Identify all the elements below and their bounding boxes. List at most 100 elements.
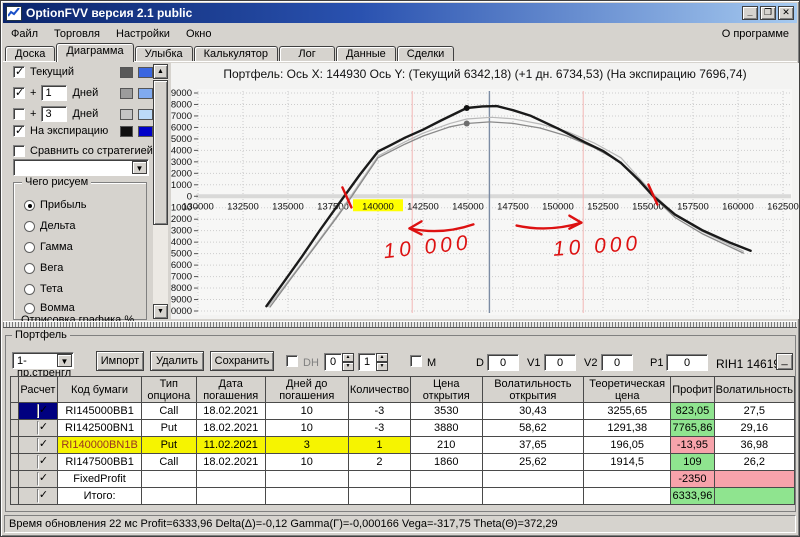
table-cell[interactable]: 3880	[410, 420, 482, 437]
table-cell[interactable]: 10	[265, 420, 348, 437]
table-cell[interactable]: Put	[141, 420, 196, 437]
calc-checkbox[interactable]	[37, 404, 39, 418]
options-scrollbar[interactable]: ▲ ▼	[153, 64, 168, 319]
table-cell[interactable]: 210	[410, 437, 482, 454]
row-selector[interactable]	[11, 420, 19, 437]
d-field[interactable]: 0	[487, 354, 519, 371]
table-cell[interactable]: RI142500BN1	[58, 420, 142, 437]
table-row[interactable]: FixedProfit-2350	[11, 471, 795, 488]
table-cell[interactable]: 1291,38	[584, 420, 671, 437]
profit-chart[interactable]: 9000800070006000500040003000200010000-10…	[171, 63, 799, 319]
table-cell[interactable]: -3	[348, 403, 410, 420]
table-cell[interactable]: 30,43	[482, 403, 584, 420]
row-selector[interactable]	[11, 488, 19, 505]
combo-arrow-icon[interactable]: ▼	[132, 161, 147, 174]
tab-board[interactable]: Доска	[5, 46, 55, 62]
menu-trade[interactable]: Торговля	[46, 26, 108, 42]
table-cell[interactable]	[410, 471, 482, 488]
table-cell[interactable]: 58,62	[482, 420, 584, 437]
tab-smile[interactable]: Улыбка	[135, 46, 193, 62]
table-cell[interactable]: 7765,86	[671, 420, 714, 437]
table-cell[interactable]: 18.02.2021	[196, 420, 265, 437]
expiration-line-swatch[interactable]	[120, 126, 133, 137]
table-cell[interactable]: 18.02.2021	[196, 454, 265, 471]
close-button[interactable]: ✕	[778, 6, 794, 20]
table-row[interactable]: RI142500BN1Put18.02.202110-3388058,62129…	[11, 420, 795, 437]
table-cell[interactable]: RI147500BB1	[58, 454, 142, 471]
spin-up-icon[interactable]: ▲	[376, 353, 388, 362]
mini-button[interactable]: _	[776, 353, 793, 370]
table-cell[interactable]: 196,05	[584, 437, 671, 454]
table-cell[interactable]	[141, 471, 196, 488]
table-cell[interactable]: 11.02.2021	[196, 437, 265, 454]
menu-file[interactable]: Файл	[3, 26, 46, 42]
expiration-curve-checkbox[interactable]	[13, 125, 25, 137]
table-cell[interactable]: 27,5	[714, 403, 794, 420]
spin-up-icon[interactable]: ▲	[342, 353, 354, 362]
dh-spinner-1[interactable]: 0▲▼	[324, 353, 354, 371]
row-selector[interactable]	[11, 471, 19, 488]
table-cell[interactable]	[714, 471, 794, 488]
table-cell[interactable]: FixedProfit	[58, 471, 142, 488]
dh-spinner-2[interactable]: 1▲▼	[358, 353, 388, 371]
table-cell[interactable]: 3530	[410, 403, 482, 420]
table-row[interactable]: RI145000BB1Call18.02.202110-3353030,4332…	[11, 403, 795, 420]
tab-calculator[interactable]: Калькулятор	[194, 46, 278, 62]
table-cell[interactable]: 36,98	[714, 437, 794, 454]
calc-checkbox-cell[interactable]	[18, 488, 58, 505]
table-cell[interactable]	[265, 471, 348, 488]
table-cell[interactable]	[714, 488, 794, 505]
chart-canvas[interactable]: 9000800070006000500040003000200010000-10…	[171, 63, 799, 319]
table-cell[interactable]	[265, 488, 348, 505]
row-selector[interactable]	[11, 454, 19, 471]
menu-window[interactable]: Окно	[178, 26, 220, 42]
table-cell[interactable]: 25,62	[482, 454, 584, 471]
plus3-alt-swatch[interactable]	[138, 109, 153, 120]
expiration-alt-swatch[interactable]	[138, 126, 153, 137]
table-cell[interactable]	[482, 488, 584, 505]
table-cell[interactable]: 2	[348, 454, 410, 471]
calc-checkbox[interactable]	[37, 472, 39, 486]
table-cell[interactable]	[196, 488, 265, 505]
horizontal-splitter[interactable]	[3, 321, 797, 328]
plus1-line-swatch[interactable]	[120, 88, 133, 99]
scroll-up-icon[interactable]: ▲	[153, 64, 168, 79]
table-cell[interactable]: 3255,65	[584, 403, 671, 420]
save-button[interactable]: Сохранить	[210, 351, 274, 371]
radio-vega[interactable]	[24, 263, 35, 274]
table-cell[interactable]: 823,05	[671, 403, 714, 420]
v2-field[interactable]: 0	[601, 354, 633, 371]
plus1-curve-checkbox[interactable]	[13, 87, 25, 99]
minimize-button[interactable]: _	[742, 6, 758, 20]
table-cell[interactable]: Call	[141, 454, 196, 471]
table-cell[interactable]	[482, 471, 584, 488]
v1-field[interactable]: 0	[544, 354, 576, 371]
compare-strategy-select[interactable]: ▼	[13, 159, 149, 176]
p1-field[interactable]: 0	[666, 354, 708, 371]
table-cell[interactable]: 109	[671, 454, 714, 471]
maximize-button[interactable]: ❐	[760, 6, 776, 20]
menu-settings[interactable]: Настройки	[108, 26, 178, 42]
table-cell[interactable]	[348, 471, 410, 488]
calc-checkbox-cell[interactable]	[18, 420, 58, 437]
title-bar[interactable]: OptionFVV версия 2.1 public _ ❐ ✕	[3, 3, 797, 23]
table-cell[interactable]: Итого:	[58, 488, 142, 505]
table-cell[interactable]: 10	[265, 403, 348, 420]
tab-diagram[interactable]: Диаграмма	[56, 43, 133, 62]
table-row[interactable]: RI140000BN1BPut11.02.20213121037,65196,0…	[11, 437, 795, 454]
row-selector[interactable]	[11, 403, 19, 420]
compare-strategy-checkbox[interactable]	[13, 145, 25, 157]
table-cell[interactable]: -3	[348, 420, 410, 437]
calc-checkbox-cell[interactable]	[18, 437, 58, 454]
table-cell[interactable]: RI140000BN1B	[58, 437, 142, 454]
table-cell[interactable]	[584, 488, 671, 505]
delete-button[interactable]: Удалить	[150, 351, 204, 371]
strategy-select[interactable]: 1-пр.стренгл ▼	[12, 352, 74, 369]
radio-vomma[interactable]	[24, 303, 35, 314]
table-cell[interactable]: 37,65	[482, 437, 584, 454]
table-cell[interactable]	[141, 488, 196, 505]
spin-down-icon[interactable]: ▼	[376, 362, 388, 371]
plus3-curve-checkbox[interactable]	[13, 108, 25, 120]
table-cell[interactable]: RI145000BB1	[58, 403, 142, 420]
table-row[interactable]: RI147500BB1Call18.02.2021102186025,62191…	[11, 454, 795, 471]
